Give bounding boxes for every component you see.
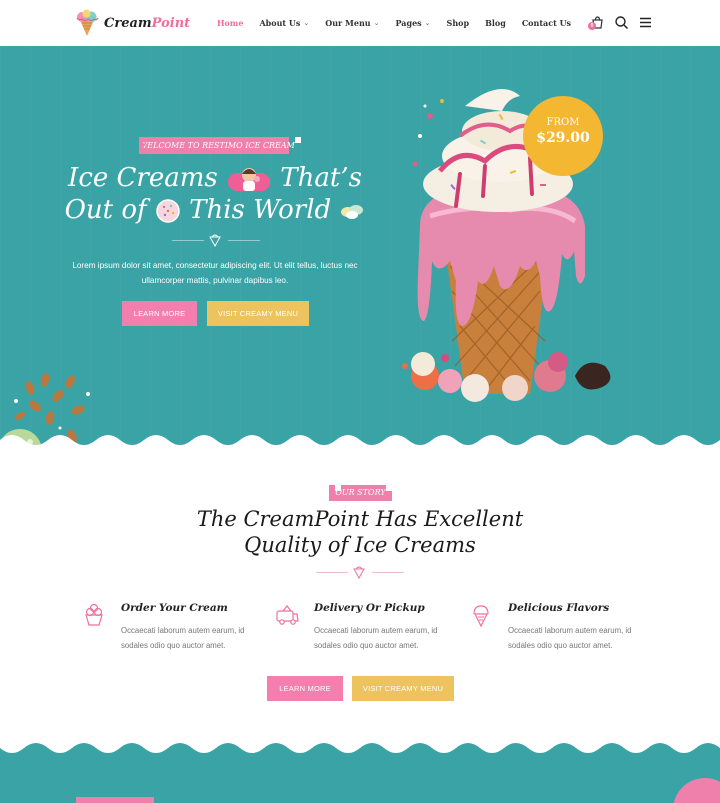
- feature-title: Order Your Cream: [121, 602, 228, 614]
- cart-count-badge: 0: [588, 22, 596, 30]
- nav-label: Shop: [446, 18, 470, 28]
- nav-label: About Us: [259, 18, 301, 28]
- hero-visit-menu-button[interactable]: VISIT CREAMY MENU: [207, 301, 309, 326]
- site-header: CreamPoint Home About Us ⌄ Our Menu ⌄ Page…: [0, 0, 720, 46]
- feature-title: Delicious Flavors: [508, 602, 610, 614]
- hero-title-part: Ice Creams: [68, 163, 218, 193]
- nav-label: Our Menu: [325, 18, 371, 28]
- story-title: The CreamPoint Has Excellent Quality of …: [160, 506, 560, 558]
- wave-divider-bottom: [0, 743, 720, 803]
- nav-item-contact-us[interactable]: Contact Us: [522, 18, 571, 28]
- nav-item-blog[interactable]: Blog: [485, 18, 506, 28]
- cart-icon[interactable]: 0: [588, 15, 605, 30]
- header-actions: 0: [588, 15, 653, 30]
- feature-title: Delivery Or Pickup: [314, 602, 425, 614]
- story-title-line1: The CreamPoint Has Excellent: [196, 507, 524, 531]
- ice-cream-cup-icon: [85, 603, 103, 626]
- hero-title-part: Out of: [64, 195, 147, 225]
- hero-learn-more-button[interactable]: LEARN MORE: [122, 301, 197, 326]
- ice-cream-truck-icon: [276, 605, 299, 625]
- feature-text: Occaecati laborum autem earum, id sodale…: [314, 626, 438, 650]
- nav-item-shop[interactable]: Shop: [447, 18, 470, 28]
- nav-item-about-us[interactable]: About Us ⌄: [259, 18, 309, 28]
- hero-section: WELCOME TO RESTIMO ICE CREAM Ice Creams …: [0, 46, 720, 446]
- site-logo[interactable]: CreamPoint: [74, 9, 190, 37]
- hero-title-part: That’s: [280, 163, 362, 193]
- logo-text-part1: Cream: [104, 15, 152, 31]
- hero-title-part: This World: [189, 195, 332, 225]
- nav-item-pages[interactable]: Pages ⌄: [396, 18, 431, 28]
- ice-cream-cone-icon: [473, 605, 489, 628]
- chevron-down-icon: ⌄: [373, 19, 380, 27]
- wave-divider-top: [0, 435, 720, 452]
- nav-label: Home: [217, 18, 244, 28]
- ice-cream-logo-icon: [76, 9, 99, 36]
- nav-item-home[interactable]: Home: [217, 18, 243, 28]
- chevron-down-icon: ⌄: [424, 19, 431, 27]
- nav-label: Contact Us: [521, 18, 572, 28]
- sprinkle-donut-icon: [156, 199, 180, 223]
- menu-icon[interactable]: [638, 15, 653, 30]
- feature-text: Occaecati laborum autem earum, id sodale…: [121, 626, 245, 650]
- search-icon[interactable]: [614, 15, 629, 30]
- nav-item-our-menu[interactable]: Our Menu ⌄: [325, 18, 379, 28]
- story-title-line2: Quality of Ice Creams: [244, 533, 476, 557]
- price-value: $29.00: [536, 130, 590, 146]
- next-section-ribbon: [76, 797, 154, 803]
- chevron-down-icon: ⌄: [303, 19, 310, 27]
- hero-description: Lorem ipsum dolor sit amet, consectetur …: [72, 261, 358, 285]
- hero-divider: [172, 234, 260, 247]
- story-visit-menu-button[interactable]: VISIT CREAMY MENU: [352, 676, 454, 701]
- price-badge: FROM $29.00: [523, 96, 603, 176]
- nav-label: Blog: [485, 18, 506, 28]
- nav-label: Pages: [395, 18, 422, 28]
- main-nav: Home About Us ⌄ Our Menu ⌄ Pages ⌄ Shop Blo…: [217, 18, 587, 28]
- logo-text: CreamPoint: [104, 16, 190, 31]
- logo-text-part2: Point: [151, 15, 191, 31]
- child-eating-ice-cream-image: [228, 168, 271, 191]
- small-ice-cream-icon: [209, 234, 221, 247]
- hero-welcome-ribbon: WELCOME TO RESTIMO ICE CREAM: [139, 137, 301, 154]
- feature-text: Occaecati laborum autem earum, id sodale…: [508, 626, 632, 650]
- story-learn-more-button[interactable]: LEARN MORE: [267, 676, 343, 701]
- macaron-icon: [341, 205, 364, 219]
- price-from-label: FROM: [546, 117, 580, 128]
- small-ice-cream-icon: [353, 566, 365, 579]
- hero-title: Ice Creams That’s Out of This World: [60, 162, 370, 226]
- our-story-ribbon: OUR STORY: [329, 485, 392, 501]
- story-divider: [316, 566, 404, 579]
